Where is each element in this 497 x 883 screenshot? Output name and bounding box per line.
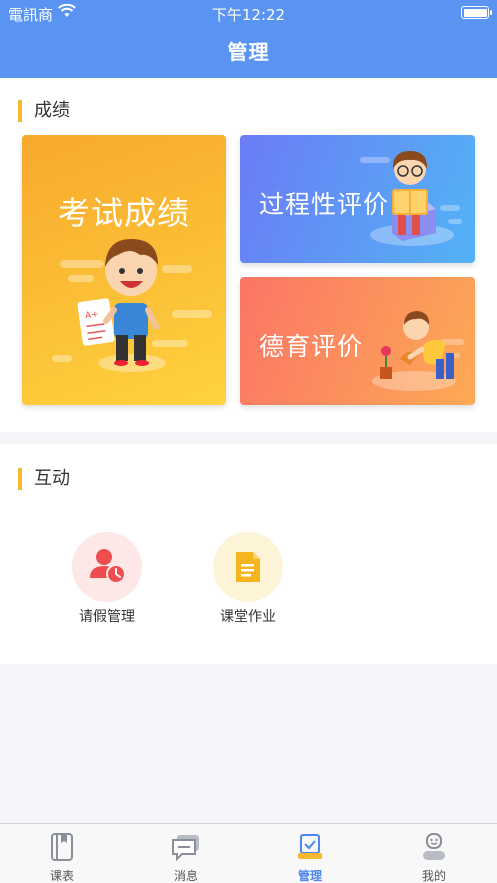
grades-section: 成绩 A+ 考试成绩 过程性评价 德育评价	[0, 78, 497, 432]
tab-mine[interactable]: 我的	[372, 824, 496, 883]
interaction-section: 互动 请假管理 课堂作业	[0, 444, 497, 664]
chat-icon	[172, 835, 199, 862]
book-icon	[51, 833, 73, 861]
header: 電訊商 下午12:22 管理	[0, 0, 497, 78]
status-bar: 電訊商 下午12:22	[0, 0, 497, 26]
battery-icon	[461, 6, 492, 19]
tab-bar: 课表 消息 管理 我的	[0, 823, 497, 883]
svg-text:A+: A+	[84, 310, 99, 322]
tab-messages-label: 消息	[173, 869, 198, 883]
clock: 下午12:22	[211, 6, 286, 24]
page-title: 管理	[227, 40, 270, 64]
grades-section-title: 成绩	[18, 100, 70, 122]
tab-schedule-label: 课表	[49, 869, 74, 883]
tab-manage[interactable]: 管理	[248, 824, 372, 883]
classroom-homework-button[interactable]: 课堂作业	[198, 532, 298, 626]
interaction-section-title: 互动	[18, 468, 70, 490]
classroom-homework-label: 课堂作业	[220, 609, 276, 625]
document-icon	[236, 552, 260, 582]
process-evaluation-card[interactable]: 过程性评价	[240, 135, 475, 263]
tab-mine-label: 我的	[421, 869, 446, 883]
clipboard-check-icon	[298, 834, 322, 859]
exam-illustration-icon: A+	[52, 239, 212, 372]
leave-icon-circle	[72, 532, 142, 602]
exam-scores-card[interactable]: A+ 考试成绩	[22, 135, 226, 405]
tab-schedule[interactable]: 课表	[0, 824, 124, 883]
moral-evaluation-label: 德育评价	[259, 332, 364, 361]
leave-management-label: 请假管理	[79, 609, 135, 625]
profile-icon	[423, 833, 445, 860]
process-evaluation-label: 过程性评价	[259, 190, 390, 219]
tab-manage-label: 管理	[297, 869, 322, 883]
leave-management-button[interactable]: 请假管理	[57, 532, 157, 626]
tab-messages[interactable]: 消息	[124, 824, 248, 883]
exam-scores-label: 考试成绩	[57, 194, 190, 232]
person-clock-icon	[90, 549, 126, 584]
homework-icon-circle	[213, 532, 283, 602]
moral-evaluation-card[interactable]: 德育评价	[240, 277, 475, 405]
